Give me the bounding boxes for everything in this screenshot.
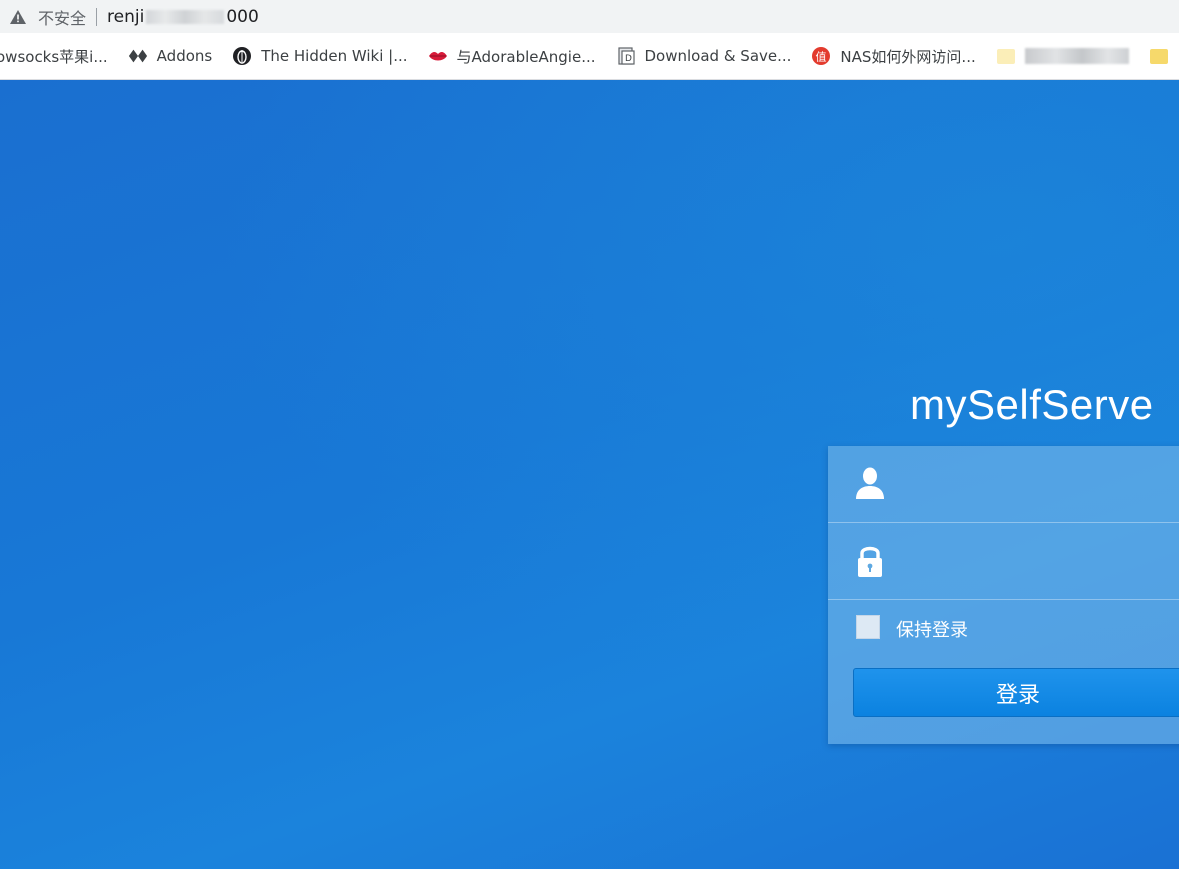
remember-checkbox[interactable] — [856, 615, 880, 639]
document-icon: D — [616, 46, 636, 66]
warning-icon[interactable] — [8, 7, 28, 27]
username-row — [828, 446, 1179, 523]
address-bar[interactable]: 不安全 renji 000 — [0, 0, 1179, 33]
bookmark-owsocks[interactable]: owsocks苹果i... — [0, 46, 108, 67]
url-prefix: renji — [107, 6, 145, 27]
bookmark-label: The Hidden Wiki |... — [261, 47, 408, 65]
brand-title: mySelfServe — [910, 381, 1154, 428]
bookmark-redacted-label — [1024, 48, 1129, 64]
bookmarks-bar: owsocks苹果i... Addons The Hidden Wiki |..… — [0, 33, 1179, 80]
svg-text:D: D — [625, 54, 632, 64]
bookmark-hidden-wiki[interactable]: The Hidden Wiki |... — [232, 46, 408, 66]
onion-icon — [232, 46, 252, 66]
lock-icon — [854, 543, 886, 579]
bookmark-label: NAS如何外网访问... — [840, 47, 976, 66]
bookmark-nas[interactable]: 值 NAS如何外网访问... — [811, 46, 976, 67]
bookmark-adorable[interactable]: 与AdorableAngie... — [428, 46, 596, 67]
url-suffix: 000 — [226, 6, 259, 27]
address-separator — [96, 7, 98, 26]
bookmark-label: Download & Save... — [644, 47, 792, 65]
bookmark-folder[interactable] — [1149, 46, 1178, 66]
url-text[interactable]: renji 000 — [107, 7, 259, 27]
folder-icon — [996, 46, 1016, 66]
login-page-background: mySelfServe 保持登录 登录 — [0, 80, 1179, 869]
bookmark-label: owsocks苹果i... — [0, 47, 108, 66]
bookmark-addons[interactable]: Addons — [128, 46, 213, 66]
login-panel: 保持登录 登录 — [828, 446, 1179, 744]
folder-icon — [1149, 46, 1169, 66]
bookmark-label: Addons — [156, 47, 213, 65]
security-label[interactable]: 不安全 — [38, 5, 86, 29]
username-input[interactable] — [908, 464, 1179, 506]
addons-icon — [128, 46, 148, 66]
url-redacted — [146, 9, 225, 24]
bookmark-redacted[interactable] — [996, 46, 1129, 66]
svg-text:值: 值 — [816, 51, 827, 64]
lips-icon — [428, 46, 448, 66]
bookmark-label: 与AdorableAngie... — [456, 47, 596, 66]
zhi-icon: 值 — [811, 46, 831, 66]
browser-chrome: 不安全 renji 000 owsocks苹果i... Addons The H… — [0, 0, 1179, 80]
remember-row: 保持登录 — [828, 614, 1179, 642]
login-button[interactable]: 登录 — [853, 668, 1179, 717]
password-input[interactable] — [908, 541, 1179, 583]
bookmark-download-save[interactable]: D Download & Save... — [616, 46, 792, 66]
remember-label[interactable]: 保持登录 — [896, 616, 968, 642]
password-row — [828, 523, 1179, 600]
user-icon — [854, 466, 886, 502]
